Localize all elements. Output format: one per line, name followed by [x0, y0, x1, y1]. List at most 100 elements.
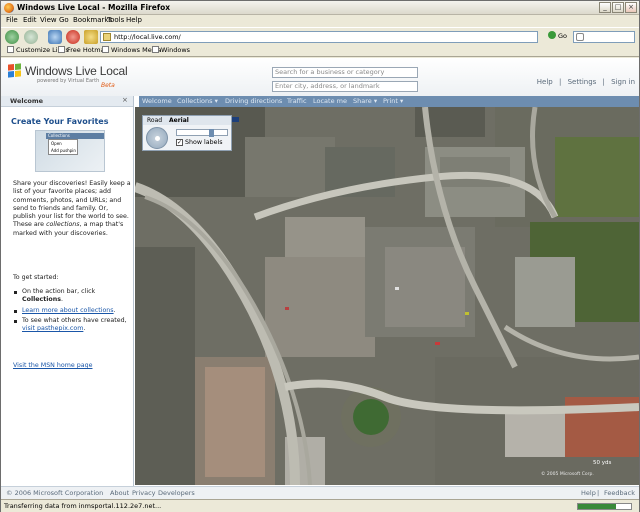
map-style-tabs: Road Aerial: [143, 116, 231, 125]
site-logo[interactable]: Windows Live Local: [25, 64, 128, 78]
windows-flag-icon: [8, 63, 21, 78]
home-icon[interactable]: [84, 30, 98, 44]
browser-search-box[interactable]: [573, 31, 635, 43]
bookmark-icon: [58, 46, 65, 53]
menu-view[interactable]: View: [40, 16, 57, 24]
beta-badge: Beta: [101, 82, 115, 89]
page-content: Windows Live Local powered by Virtual Ea…: [1, 58, 639, 499]
top-links: Help | Settings | Sign in: [533, 78, 635, 86]
pan-control-icon[interactable]: [146, 127, 168, 149]
action-share[interactable]: Share ▾: [353, 97, 377, 105]
welcome-panel: Welcome × Create Your Favorites Collecti…: [1, 96, 134, 489]
intro-collections-em: collections: [46, 221, 80, 229]
zoom-handle[interactable]: [209, 129, 214, 137]
step1-bold: Collections: [22, 296, 61, 304]
step1-end: .: [61, 296, 64, 304]
map-copyright: © 2005 Microsoft Corp.: [541, 472, 594, 477]
list-item: Learn more about collections.: [13, 307, 131, 315]
bookmark-icon: [152, 46, 159, 53]
settings-link[interactable]: Settings: [568, 78, 597, 86]
visit-site-link[interactable]: visit pasthepix.com: [22, 325, 83, 332]
step1-text: On the action bar, click: [22, 288, 96, 295]
page-icon: [103, 33, 111, 41]
search-engine-icon: [576, 33, 584, 41]
bookmark-icon: [102, 46, 109, 53]
list-item: On the action bar, click Collections.: [13, 288, 131, 305]
tab-aerial[interactable]: Aerial: [169, 117, 189, 124]
url-text: http://local.live.com/: [114, 33, 181, 41]
menu-file[interactable]: File: [6, 16, 18, 24]
tab-road[interactable]: Road: [147, 117, 162, 124]
loading-progress-bar: [577, 503, 632, 510]
forward-icon[interactable]: [24, 30, 38, 44]
go-button[interactable]: Go: [548, 31, 567, 40]
maximize-button[interactable]: □: [612, 2, 624, 13]
footer-developers-link[interactable]: Developers: [158, 489, 195, 497]
bookmarks-toolbar: Customize Links Free Hotmail Windows Med…: [1, 45, 639, 57]
bookmark-icon: [7, 46, 14, 53]
action-locate-me[interactable]: Locate me: [313, 97, 347, 105]
footer-feedback-link[interactable]: Feedback: [604, 489, 635, 497]
zoom-slider[interactable]: [176, 129, 228, 137]
show-labels-checkbox[interactable]: ✓: [176, 139, 183, 146]
footer-copyright: © 2006 Microsoft Corporation: [6, 489, 104, 497]
aerial-map[interactable]: [135, 107, 639, 485]
action-welcome[interactable]: Welcome: [142, 97, 172, 105]
url-bar[interactable]: http://local.live.com/: [100, 31, 538, 43]
menu-go[interactable]: Go: [59, 16, 69, 24]
menu-bar: File Edit View Go Bookmarks Tools Help: [1, 15, 639, 27]
illus-open-label: Open: [51, 141, 62, 146]
bookmark-windows[interactable]: Windows: [152, 46, 190, 54]
minimize-button[interactable]: _: [599, 2, 611, 13]
action-driving-directions[interactable]: Driving directions: [225, 97, 282, 105]
firefox-icon: [4, 3, 14, 13]
menu-edit[interactable]: Edit: [23, 16, 37, 24]
action-traffic[interactable]: Traffic: [287, 97, 307, 105]
step2-end: .: [113, 306, 116, 314]
business-search-input[interactable]: Search for a business or category: [272, 67, 418, 78]
illus-add-pushpin-label: Add pushpin: [51, 148, 76, 153]
footer-privacy-link[interactable]: Privacy: [132, 489, 156, 497]
go-icon: [548, 31, 556, 39]
action-bar: Welcome Collections ▾ Driving directions…: [139, 96, 639, 107]
map-control-panel: Road Aerial ✓ Show labels: [142, 115, 232, 151]
stop-icon[interactable]: [66, 30, 80, 44]
panel-intro: Share your discoveries! Easily keep a li…: [13, 180, 131, 238]
status-bar: Transferring data from inmsportal.112.2e…: [1, 499, 639, 512]
close-window-button[interactable]: ×: [625, 2, 637, 13]
bookmark-label: Windows: [161, 46, 191, 54]
reload-icon[interactable]: [48, 30, 62, 44]
step3-end: .: [83, 325, 86, 333]
map-scale: 50 yds: [593, 460, 612, 466]
collections-illustration: Collections Open Add pushpin: [35, 130, 105, 172]
panel-header-title: Welcome: [10, 97, 44, 105]
go-label: Go: [558, 32, 568, 40]
bookmark-free-hotmail[interactable]: Free Hotmail: [58, 46, 108, 54]
panel-header: Welcome ×: [1, 96, 133, 107]
panel-title: Create Your Favorites: [11, 117, 109, 126]
aerial-imagery: [135, 107, 639, 485]
separator: |: [558, 78, 562, 86]
msn-home-link[interactable]: Visit the MSN home page: [13, 362, 92, 369]
footer-about-link[interactable]: About: [110, 489, 129, 497]
sign-in-link[interactable]: Sign in: [611, 78, 635, 86]
title-bar: Windows Live Local - Mozilla Firefox _ □…: [1, 1, 639, 15]
action-collections[interactable]: Collections ▾: [177, 97, 218, 105]
back-icon[interactable]: [5, 30, 19, 44]
learn-more-link[interactable]: Learn more about collections: [22, 307, 114, 314]
menu-help[interactable]: Help: [126, 16, 142, 24]
logo-subtitle: powered by Virtual Earth: [37, 78, 100, 84]
panel-close-icon[interactable]: ×: [122, 96, 128, 104]
step3-text: To see what others have created,: [22, 316, 127, 324]
site-header: Windows Live Local powered by Virtual Ea…: [1, 58, 639, 96]
location-search-input[interactable]: Enter city, address, or landmark: [272, 81, 418, 92]
footer-help-link[interactable]: Help: [581, 489, 596, 497]
separator: |: [597, 489, 600, 497]
list-item: To see what others have created, visit p…: [13, 317, 131, 334]
help-link[interactable]: Help: [537, 78, 553, 86]
separator: |: [602, 78, 605, 86]
menu-tools[interactable]: Tools: [107, 16, 124, 24]
action-print[interactable]: Print ▾: [383, 97, 403, 105]
site-footer: © 2006 Microsoft Corporation About Priva…: [1, 486, 639, 499]
show-labels-label: Show labels: [185, 139, 223, 146]
